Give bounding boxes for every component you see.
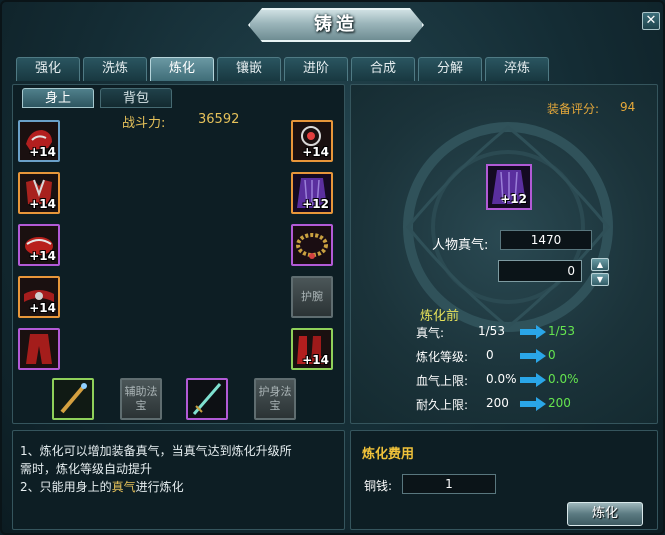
stat-to: 0.0% <box>548 372 579 386</box>
equip-slot-belt[interactable]: +14 <box>18 276 60 318</box>
stat-row-zhenqi: 真气: 1/53 1/53 <box>416 324 656 340</box>
tab-cuilian[interactable]: 淬炼 <box>485 57 549 81</box>
equip-slot-boots[interactable]: +14 <box>291 328 333 370</box>
pants-icon <box>20 330 58 368</box>
arrow-right-icon <box>520 397 546 411</box>
stat-to: 0 <box>548 348 556 362</box>
stat-name: 炼化等级: <box>416 350 469 364</box>
equip-slot-body-treasure-empty[interactable]: 护身法宝 <box>254 378 296 420</box>
equip-slot-armor[interactable]: +14 <box>18 172 60 214</box>
stat-from: 200 <box>486 396 509 410</box>
equip-slot-bracer-empty[interactable]: 护腕 <box>291 276 333 318</box>
forge-button[interactable]: 炼化 <box>567 502 643 526</box>
plus-label: +14 <box>29 197 56 211</box>
forge-item-slot[interactable]: +12 <box>486 164 532 210</box>
stepper-up-button[interactable]: ▲ <box>591 258 609 271</box>
close-button[interactable]: ✕ <box>642 12 660 30</box>
desc-line-3-post: 进行炼化 <box>135 480 184 494</box>
subtab-body[interactable]: 身上 <box>22 88 94 108</box>
equip-slot-necklace[interactable]: +14 <box>291 120 333 162</box>
equip-slot-sword[interactable] <box>186 378 228 420</box>
plus-label: +14 <box>29 145 56 159</box>
main-tabs: 强化 洗炼 炼化 镶嵌 进阶 合成 分解 淬炼 <box>16 57 549 81</box>
bead-bracelet-icon <box>293 226 331 264</box>
zhenqi-label: 人物真气: <box>432 238 489 253</box>
arrow-right-icon <box>520 325 546 339</box>
stat-from: 0 <box>486 348 494 362</box>
zhenqi-value: 1470 <box>500 230 592 250</box>
desc-line-2: 需时，炼化等级自动提升 <box>20 462 153 476</box>
stat-name: 耐久上限: <box>416 398 469 412</box>
tab-xilian[interactable]: 洗炼 <box>83 57 147 81</box>
equip-slot-shoulder[interactable]: +14 <box>18 224 60 266</box>
tab-xiangqian[interactable]: 镶嵌 <box>217 57 281 81</box>
plus-label: +14 <box>302 353 329 367</box>
sword-icon <box>188 380 226 418</box>
stat-row-durability: 耐久上限: 200 200 <box>416 396 656 412</box>
sub-tabs: 身上 背包 <box>22 88 172 108</box>
stat-row-level: 炼化等级: 0 0 <box>416 348 656 364</box>
subtab-bag[interactable]: 背包 <box>100 88 172 108</box>
stat-name: 血气上限: <box>416 374 469 388</box>
stepper-down-button[interactable]: ▼ <box>591 273 609 286</box>
window-title: 铸造 <box>314 14 358 35</box>
tab-lianhua[interactable]: 炼化 <box>150 57 214 81</box>
plus-label: +14 <box>302 145 329 159</box>
stat-to: 200 <box>548 396 571 410</box>
stat-row-hp: 血气上限: 0.0% 0.0% <box>416 372 656 388</box>
cost-label: 铜钱: <box>364 479 393 493</box>
desc-line-1: 1、炼化可以增加装备真气，当真气达到炼化升级所 <box>20 444 292 458</box>
body-treasure-label: 护身法宝 <box>258 385 292 412</box>
plus-label: +14 <box>29 249 56 263</box>
aux-treasure-label: 辅助法宝 <box>124 385 158 412</box>
stat-from: 1/53 <box>478 324 505 338</box>
stat-to: 1/53 <box>548 324 575 338</box>
equip-slot-flute[interactable] <box>52 378 94 420</box>
power-label: 战斗力: <box>122 116 166 131</box>
plus-label: +12 <box>302 197 329 211</box>
cost-title: 炼化费用 <box>362 447 415 462</box>
bracer-slot-label: 护腕 <box>301 290 323 303</box>
plus-label: +14 <box>29 301 56 315</box>
equip-slot-ring[interactable] <box>291 224 333 266</box>
tab-fenjie[interactable]: 分解 <box>418 57 482 81</box>
arrow-right-icon <box>520 373 546 387</box>
before-label: 炼化前 <box>420 309 460 324</box>
flute-icon <box>54 380 92 418</box>
quantity-input[interactable] <box>498 260 582 282</box>
desc-line-3: 2、只能用身上的真气进行炼化 <box>20 478 184 495</box>
forge-item-plus: +12 <box>500 192 527 206</box>
equip-slot-cloak[interactable]: +12 <box>291 172 333 214</box>
cost-value: 1 <box>402 474 496 494</box>
tab-qianghua[interactable]: 强化 <box>16 57 80 81</box>
equip-slot-aux-treasure-empty[interactable]: 辅助法宝 <box>120 378 162 420</box>
power-value: 36592 <box>198 112 240 127</box>
arrow-right-icon <box>520 349 546 363</box>
forge-window: 铸造 ✕ 强化 洗炼 炼化 镶嵌 进阶 合成 分解 淬炼 身上 背包 战斗力: … <box>0 0 665 535</box>
stat-name: 真气: <box>416 326 445 340</box>
equip-slot-pants[interactable] <box>18 328 60 370</box>
desc-line-3-highlight: 真气 <box>111 480 136 494</box>
desc-line-3-pre: 2、只能用身上的 <box>20 480 112 494</box>
tab-hecheng[interactable]: 合成 <box>351 57 415 81</box>
tab-jinjie[interactable]: 进阶 <box>284 57 348 81</box>
equip-slot-helmet[interactable]: +14 <box>18 120 60 162</box>
stat-from: 0.0% <box>486 372 517 386</box>
